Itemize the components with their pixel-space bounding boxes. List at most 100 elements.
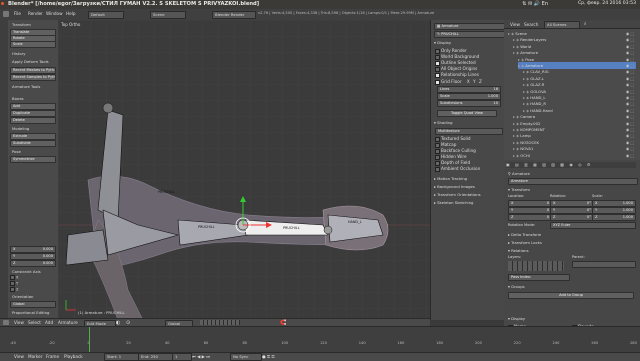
- grid-floor-row[interactable]: Grid Floor X Y Z: [435, 79, 482, 85]
- axis-z-toggle[interactable]: Z: [479, 79, 482, 84]
- constraint-axis-z[interactable]: Z: [10, 287, 18, 292]
- menu-window[interactable]: Window: [46, 11, 63, 16]
- armature-tools-header[interactable]: Armature Tools: [10, 84, 56, 89]
- transform-locks-header[interactable]: ▸ Transform Locks: [506, 240, 638, 245]
- opt-outline-selected[interactable]: Outline Selected: [435, 60, 476, 66]
- display-header[interactable]: ▾ Display: [506, 316, 638, 321]
- axis-y-toggle[interactable]: Y: [473, 79, 476, 84]
- vp-menu-select[interactable]: Select: [28, 320, 41, 325]
- object-name-field[interactable]: Armature: [508, 178, 638, 185]
- subdivide-button[interactable]: Subdivide: [10, 140, 56, 147]
- opt-depth-of-field[interactable]: Depth of Field: [435, 160, 470, 166]
- pass-index-field[interactable]: Pass Index:: [508, 274, 570, 281]
- add-to-group-button[interactable]: Add to Group: [508, 292, 634, 299]
- system-tray-icons[interactable]: ⇅ ✉ 🔊 En: [522, 1, 548, 7]
- rotation-y[interactable]: Y 0°: [550, 207, 594, 214]
- toggle-quad-view-button[interactable]: Toggle Quad View: [437, 110, 497, 117]
- recent-meshes-button[interactable]: Recent Meshes to Pyth...: [10, 67, 56, 74]
- rotation-x[interactable]: X 0°: [550, 200, 594, 207]
- properties-tabs[interactable]: ▣ ▤ ▥ ▦ ▧ ▨ ▩ ◉ ◎ ⚙: [506, 162, 636, 168]
- deform-panel-header[interactable]: Apply Deform Tools: [10, 59, 56, 64]
- scale-button[interactable]: Scale: [10, 41, 56, 48]
- playback-controls[interactable]: ⏮ ◀ ▶ ⏭: [192, 354, 210, 359]
- transform-orientations-header[interactable]: ▸ Transform Orientations: [432, 192, 502, 197]
- scale-x[interactable]: X 1.000: [592, 200, 636, 207]
- motion-tracking-header[interactable]: ▸ Motion Tracking: [432, 176, 502, 181]
- rotation-z[interactable]: Z 0°: [550, 214, 594, 221]
- op-y-field[interactable]: Y 0.000: [10, 253, 56, 260]
- layout-selector[interactable]: Default: [88, 11, 124, 19]
- display-panel-header[interactable]: ▾ Display: [432, 40, 502, 45]
- rotation-mode-dropdown[interactable]: XYZ Euler: [550, 222, 636, 229]
- menu-help[interactable]: Help: [66, 11, 76, 16]
- 3d-viewport[interactable]: Top Ortho PRUCHILL PRUCHILL PRUCHILL HAN…: [58, 20, 430, 320]
- timeline-cursor[interactable]: [89, 327, 90, 353]
- constraint-axis-x[interactable]: X: [10, 275, 18, 280]
- shading-panel-header[interactable]: ▾ Shading: [432, 120, 502, 125]
- bone-duplicate-button[interactable]: Duplicate: [10, 110, 56, 117]
- op-x-field[interactable]: X 0.000: [10, 246, 56, 253]
- layer-buttons[interactable]: [200, 320, 240, 325]
- groups-header[interactable]: ▾ Groups: [506, 284, 638, 289]
- grid-scale-field[interactable]: Scale 1.000: [437, 93, 501, 100]
- system-clock[interactable]: Ср, февр. 24 2016 03:53: [578, 1, 636, 6]
- opt-hidden-wire[interactable]: Hidden Wire: [435, 154, 467, 160]
- location-x[interactable]: X0: [508, 200, 552, 207]
- scale-y[interactable]: Y 1.000: [592, 207, 636, 214]
- outliner-row[interactable]: ▸ ◈ OCHI ◉ ⬚: [513, 152, 634, 159]
- opt-backface-culling[interactable]: Backface Culling: [435, 148, 476, 154]
- location-y[interactable]: Y0: [508, 207, 552, 214]
- symmetrize-button[interactable]: Symmetrize: [10, 156, 56, 163]
- editor-type-icon[interactable]: [3, 320, 9, 325]
- bone-add-button[interactable]: Add: [10, 103, 56, 110]
- background-images-header[interactable]: ▸ Background Images: [432, 184, 502, 189]
- skeleton-sketching-header[interactable]: ▸ Skeleton Sketching: [432, 200, 502, 205]
- tl-menu-frame[interactable]: Frame: [46, 354, 59, 359]
- vp-menu-armature[interactable]: Armature: [58, 320, 78, 325]
- opt-only-render[interactable]: Only Render: [435, 48, 467, 54]
- location-z[interactable]: Z0: [508, 214, 552, 221]
- tl-menu-marker[interactable]: Marker: [28, 354, 42, 359]
- opt-matcap[interactable]: Matcap: [435, 142, 456, 148]
- viewport-canvas[interactable]: [58, 20, 430, 320]
- shading-dropdown[interactable]: Multitexture: [435, 128, 503, 135]
- menu-file[interactable]: File: [14, 11, 21, 16]
- vp-menu-add[interactable]: Add: [45, 320, 53, 325]
- outliner-filter-dropdown[interactable]: All Scenes: [544, 21, 580, 29]
- grid-subdivisions-field[interactable]: Subdivisions 10: [437, 100, 501, 107]
- opt-ambient-occlusion[interactable]: Ambient Occlusion: [435, 166, 480, 172]
- constraint-axis-y[interactable]: Y: [10, 281, 18, 286]
- orientation-dropdown[interactable]: Global: [10, 301, 56, 308]
- opt-all-origins[interactable]: All Object Origins: [435, 66, 477, 72]
- extrude-button[interactable]: Extrude: [10, 133, 56, 140]
- close-button[interactable]: [1, 2, 4, 5]
- delta-transform-header[interactable]: ▸ Delta Transform: [506, 232, 638, 237]
- search-icon[interactable]: ⌕: [584, 21, 587, 27]
- tl-menu-playback[interactable]: Playback: [64, 354, 83, 359]
- render-engine-selector[interactable]: Blender Render: [212, 11, 256, 19]
- scene-selector[interactable]: Scene: [150, 11, 186, 19]
- timeline[interactable]: -40-200204060801001201401601802002202402…: [0, 326, 640, 361]
- bone-delete-button[interactable]: Delete: [10, 117, 56, 124]
- tl-menu-view[interactable]: View: [14, 354, 24, 359]
- menu-render[interactable]: Render: [28, 11, 43, 16]
- opt-world-bg[interactable]: World Background: [435, 54, 479, 60]
- scale-z[interactable]: Z 1.000: [592, 214, 636, 221]
- axis-x-toggle[interactable]: X: [467, 79, 470, 84]
- recent-samples-button[interactable]: Recent Samples to Pyth...: [10, 74, 56, 81]
- transform-header[interactable]: ▾ Transform: [506, 187, 638, 192]
- transform-panel-header[interactable]: Transform: [10, 22, 56, 27]
- opt-textured-solid[interactable]: Textured Solid: [435, 136, 471, 142]
- relations-header[interactable]: ▾ Relations: [506, 248, 638, 253]
- timeline-ruler[interactable]: -40-200204060801001201401601802002202402…: [0, 341, 640, 347]
- outliner-menu-search[interactable]: Search: [524, 22, 538, 27]
- visibility-eye-icon[interactable]: ◉ ⬚: [626, 152, 634, 159]
- item-name-field[interactable]: ▦ Armature: [434, 23, 506, 30]
- vp-menu-view[interactable]: View: [14, 320, 24, 325]
- opt-relationship-lines[interactable]: Relationship Lines: [435, 72, 479, 78]
- editor-type-icon[interactable]: [3, 11, 9, 17]
- grid-lines-field[interactable]: Lines 16: [437, 86, 501, 93]
- keying-icons[interactable]: ● ⚿ ⚿: [262, 354, 275, 359]
- parent-field[interactable]: [572, 261, 636, 268]
- history-panel-header[interactable]: History: [10, 51, 56, 56]
